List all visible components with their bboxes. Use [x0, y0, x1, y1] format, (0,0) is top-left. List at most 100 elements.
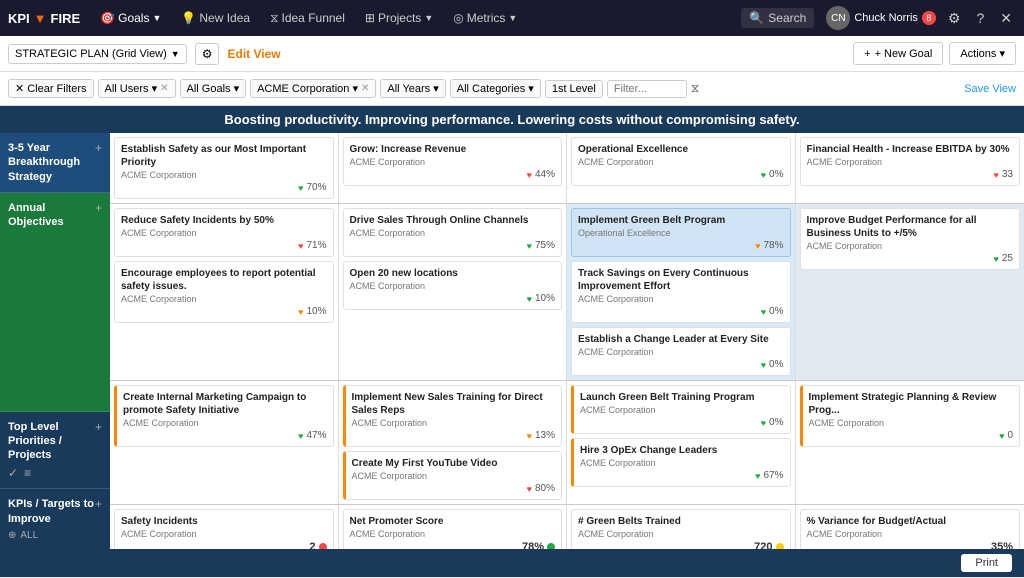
card-establish-safety[interactable]: Establish Safety as our Most Important P…: [114, 137, 334, 199]
nav-metrics-label: Metrics: [467, 11, 506, 25]
chevron-down-icon: ▼: [152, 13, 161, 23]
card-encourage-report[interactable]: Encourage employees to report potential …: [114, 261, 334, 323]
years-filter-label: All Years ▾: [387, 82, 438, 95]
priorities-row: Create Internal Marketing Campaign to pr…: [110, 381, 1024, 505]
dot-yellow-icon: [776, 543, 784, 549]
sidebar-kpis[interactable]: KPIs / Targets to Improve + ⊕ ALL: [0, 489, 110, 549]
sidebar-priorities-add[interactable]: +: [95, 420, 102, 434]
card-kpi-safety-incidents[interactable]: Safety Incidents ACME Corporation 2: [114, 509, 334, 549]
circle-check-icon: ✓: [8, 466, 18, 480]
heart-icon: ♥: [761, 307, 766, 317]
card-grow-revenue[interactable]: Grow: Increase Revenue ACME Corporation …: [343, 137, 563, 186]
heart-icon: ♥: [298, 307, 303, 317]
sidebar-annual-label: Annual Objectives: [8, 201, 95, 230]
users-filter-close[interactable]: ✕: [160, 83, 168, 94]
nav-new-idea[interactable]: 💡 New Idea: [173, 7, 258, 29]
close-icon[interactable]: ✕: [996, 8, 1016, 29]
chevron-down-icon-3: ▼: [508, 13, 517, 23]
nav-projects[interactable]: ⊞ Projects ▼: [357, 7, 441, 29]
sidebar-priorities[interactable]: Top Level Priorities / Projects + ✓ ≡: [0, 412, 110, 490]
bottom-bar: Print: [0, 549, 1024, 577]
logo-fire-text: FIRE: [51, 11, 81, 26]
card-open-locations[interactable]: Open 20 new locations ACME Corporation ♥…: [343, 261, 563, 310]
years-filter[interactable]: All Years ▾: [380, 79, 445, 98]
card-financial-health[interactable]: Financial Health - Increase EBITDA by 30…: [800, 137, 1021, 186]
sidebar-annual-add[interactable]: +: [95, 201, 102, 215]
actions-label: Actions ▾: [960, 47, 1005, 60]
filter-icon-button[interactable]: ⚙: [195, 43, 220, 65]
filter-input[interactable]: [607, 80, 687, 98]
heart-icon: ♥: [761, 418, 766, 428]
card-track-savings[interactable]: Track Savings on Every Continuous Improv…: [571, 261, 791, 323]
card-improve-budget[interactable]: Improve Budget Performance for all Busin…: [800, 208, 1021, 270]
nav-idea-funnel[interactable]: ⧖ Idea Funnel: [262, 7, 353, 30]
sidebar-kpis-label: KPIs / Targets to Improve: [8, 497, 95, 526]
card-online-channels[interactable]: Drive Sales Through Online Channels ACME…: [343, 208, 563, 257]
avatar: CN: [826, 6, 850, 30]
card-strategic-planning[interactable]: Implement Strategic Planning & Review Pr…: [800, 385, 1021, 447]
heart-icon: ♥: [761, 360, 766, 370]
categories-filter[interactable]: All Categories ▾: [450, 79, 541, 98]
card-green-belt[interactable]: Implement Green Belt Program Operational…: [571, 208, 791, 257]
card-sales-training[interactable]: Implement New Sales Training for Direct …: [343, 385, 563, 447]
settings-icon[interactable]: ⚙: [944, 8, 965, 29]
logo[interactable]: KPI ▼ FIRE: [8, 11, 80, 26]
card-kpi-green-belts[interactable]: # Green Belts Trained ACME Corporation 7…: [571, 509, 791, 549]
level-filter[interactable]: 1st Level: [545, 80, 603, 98]
nav-projects-label: Projects: [378, 11, 421, 25]
goals-filter[interactable]: All Goals ▾: [180, 79, 247, 98]
heart-icon: ♥: [527, 170, 532, 180]
card-youtube-video[interactable]: Create My First YouTube Video ACME Corpo…: [343, 451, 563, 500]
card-marketing-campaign[interactable]: Create Internal Marketing Campaign to pr…: [114, 385, 334, 447]
card-launch-training[interactable]: Launch Green Belt Training Program ACME …: [571, 385, 791, 434]
heart-icon: ♥: [761, 170, 766, 180]
heart-icon: ♥: [994, 254, 999, 264]
card-hire-leaders[interactable]: Hire 3 OpEx Change Leaders ACME Corporat…: [571, 438, 791, 487]
grid-area: Establish Safety as our Most Important P…: [110, 133, 1024, 549]
card-kpi-budget-variance[interactable]: % Variance for Budget/Actual ACME Corpor…: [800, 509, 1021, 549]
heart-icon: ♥: [298, 183, 303, 193]
heart-icon: ♥: [527, 431, 532, 441]
clear-filters-button[interactable]: ✕ Clear Filters: [8, 79, 94, 98]
org-filter-close[interactable]: ✕: [361, 83, 369, 94]
annual-financial-cell: Improve Budget Performance for all Busin…: [796, 204, 1024, 380]
card-reduce-incidents[interactable]: Reduce Safety Incidents by 50% ACME Corp…: [114, 208, 334, 257]
annual-row: Reduce Safety Incidents by 50% ACME Corp…: [110, 204, 1024, 381]
new-goal-button[interactable]: + + New Goal: [853, 42, 943, 65]
edit-view-button[interactable]: Edit View: [227, 47, 280, 61]
print-button[interactable]: Print: [961, 554, 1012, 572]
heart-icon: ♥: [994, 170, 999, 180]
sidebar-3yr[interactable]: 3-5 Year Breakthrough Strategy +: [0, 133, 110, 193]
annual-ops-cell: Implement Green Belt Program Operational…: [567, 204, 796, 380]
nav-goals[interactable]: 🎯 Goals ▼: [92, 7, 169, 29]
toolbar-right: + + New Goal Actions ▾: [853, 42, 1016, 65]
filter-clear-icon: ✕: [15, 82, 24, 95]
kpis-revenue-cell: Net Promoter Score ACME Corporation 78% …: [339, 505, 568, 549]
org-filter[interactable]: ACME Corporation ▾ ✕: [250, 79, 376, 98]
card-kpi-nps[interactable]: Net Promoter Score ACME Corporation 78%: [343, 509, 563, 549]
goals-filter-label: All Goals ▾: [187, 82, 240, 95]
card-change-leader[interactable]: Establish a Change Leader at Every Site …: [571, 327, 791, 376]
level-filter-label: 1st Level: [552, 83, 596, 95]
priorities-revenue-cell: Implement New Sales Training for Direct …: [339, 381, 568, 504]
sidebar-annual[interactable]: Annual Objectives +: [0, 193, 110, 412]
help-icon[interactable]: ?: [972, 8, 988, 28]
nav-metrics[interactable]: ◎ Metrics ▼: [445, 7, 525, 29]
nav-right: CN Chuck Norris 8 ⚙ ? ✕: [826, 6, 1016, 30]
heart-icon: ♥: [527, 484, 532, 494]
list-icon: ≡: [24, 466, 31, 480]
sidebar-priorities-label: Top Level Priorities / Projects: [8, 420, 95, 463]
user-menu[interactable]: CN Chuck Norris 8: [826, 6, 936, 30]
sidebar-kpis-add[interactable]: +: [95, 497, 102, 511]
actions-button[interactable]: Actions ▾: [949, 42, 1016, 65]
card-ops-excellence[interactable]: Operational Excellence ACME Corporation …: [571, 137, 791, 186]
view-select[interactable]: STRATEGIC PLAN (Grid View) ▼: [8, 44, 187, 64]
save-view-button[interactable]: Save View: [964, 83, 1016, 95]
nav-search[interactable]: 🔍 Search: [741, 8, 814, 28]
users-filter[interactable]: All Users ▾ ✕: [98, 79, 176, 98]
view-select-chevron: ▼: [171, 49, 180, 59]
grid-cell: Grow: Increase Revenue ACME Corporation …: [339, 133, 568, 203]
heart-icon: ♥: [527, 294, 532, 304]
sidebar-3yr-add[interactable]: +: [95, 141, 102, 155]
left-sidebar: 3-5 Year Breakthrough Strategy + Annual …: [0, 133, 110, 549]
